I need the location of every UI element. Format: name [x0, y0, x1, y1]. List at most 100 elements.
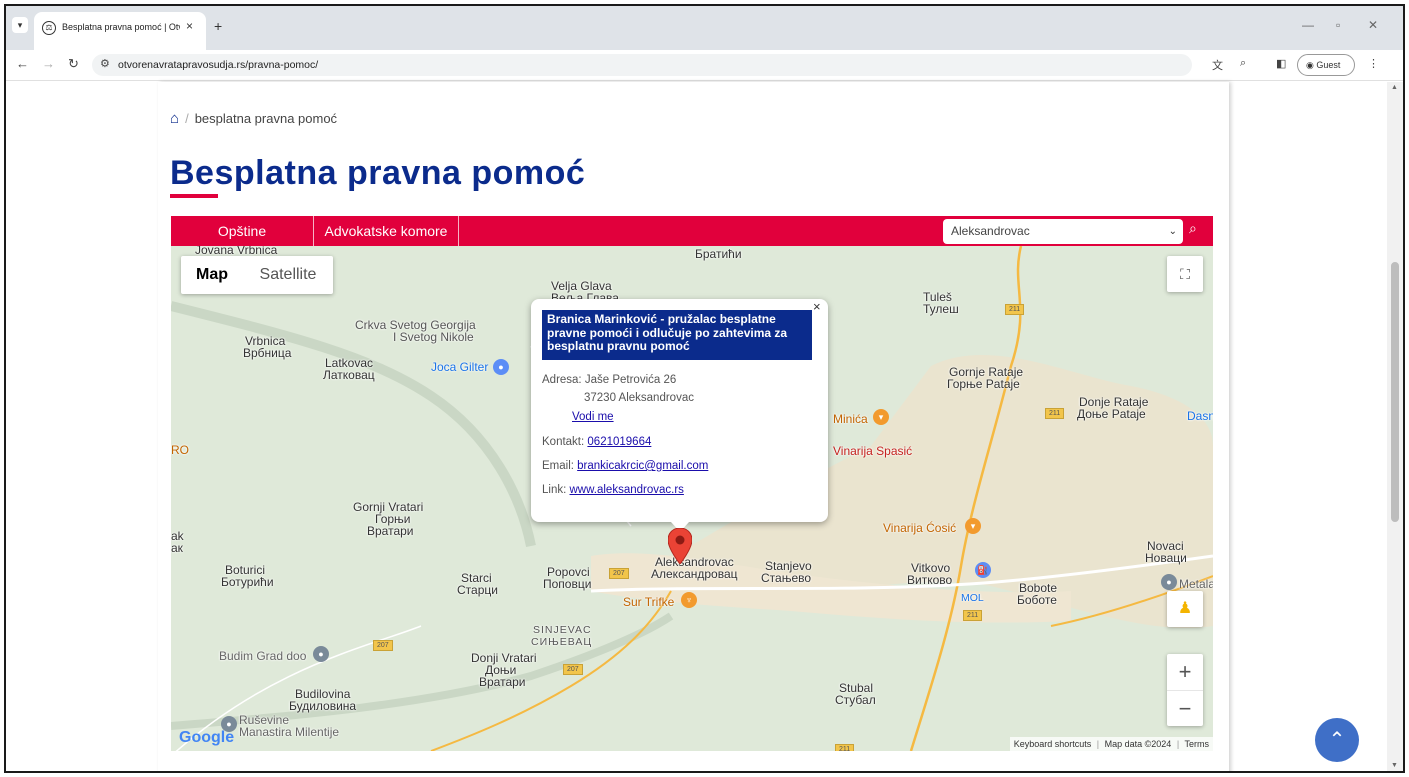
map-poi-label: Vinarija Spasić — [833, 444, 913, 458]
map-label: Поповци — [543, 577, 592, 591]
restaurant-icon[interactable]: ♆ — [681, 592, 697, 608]
map-poi-label: Budim Grad doo — [219, 649, 307, 663]
url-text: otvorenavratapravosudja.rs/pravna-pomoc/ — [118, 59, 319, 71]
close-window-icon[interactable]: ✕ — [1368, 18, 1378, 32]
map-poi-label: Minića — [833, 412, 868, 426]
place-icon[interactable]: ● — [313, 646, 329, 662]
map-label: Боботе — [1017, 593, 1057, 607]
tab-search-icon[interactable]: ▾ — [12, 17, 28, 33]
reload-icon[interactable]: ↻ — [68, 56, 79, 72]
road-shield: 211 — [835, 744, 855, 751]
new-tab-icon[interactable]: + — [214, 18, 222, 34]
zoom-out-icon[interactable]: − — [1167, 690, 1203, 726]
map-label: Вратари — [479, 675, 526, 689]
map-label: Латковац — [323, 368, 375, 382]
side-panel-icon[interactable]: ◧ — [1276, 57, 1286, 70]
tab-strip: ▾ ⚖ Besplatna pravna pomoć | Otvo × + — … — [6, 6, 1403, 50]
contact-phone-link[interactable]: 0621019664 — [587, 436, 651, 448]
tab-close-icon[interactable]: × — [186, 19, 193, 33]
browser-toolbar: ← → ↻ ⚙ otvorenavratapravosudja.rs/pravn… — [6, 50, 1403, 81]
map-label: Тулеш — [923, 302, 959, 316]
back-to-top-button[interactable]: ⌃ — [1315, 718, 1359, 762]
site-info-icon[interactable]: ⚙ — [100, 57, 110, 70]
map-label: Старци — [457, 583, 498, 597]
map-data-text: Map data ©2024 — [1104, 739, 1172, 749]
google-logo-text: Google — [179, 729, 235, 746]
directions-link[interactable]: Vodi me — [572, 411, 614, 423]
map-label: Новаци — [1145, 551, 1187, 565]
map-poi-label: Sur Trifke — [623, 595, 675, 609]
street-view-icon[interactable]: ♟ — [1167, 591, 1203, 627]
breadcrumb: ⌂ / besplatna pravna pomoć — [170, 110, 337, 127]
map-type-satellite-button[interactable]: Satellite — [243, 256, 333, 294]
map-label: aк — [171, 541, 183, 555]
tab-title: Besplatna pravna pomoć | Otvo — [62, 22, 180, 32]
page-title: Besplatna pravna pomoć — [170, 154, 586, 192]
map-label: RO — [171, 443, 189, 457]
guest-label: Guest — [1316, 60, 1341, 70]
map-type-control: Map Satellite — [181, 256, 333, 294]
fullscreen-icon[interactable]: ⛶ — [1167, 256, 1203, 292]
road-shield: 211 — [1005, 304, 1025, 315]
map[interactable]: Jovana Vrbnica Братићи Velja Glava Веља … — [171, 246, 1213, 751]
location-marker-icon[interactable] — [668, 528, 692, 564]
road-shield: 207 — [563, 664, 583, 675]
info-contact-row: Kontakt: 0621019664 — [542, 436, 651, 448]
minimize-icon[interactable]: — — [1302, 18, 1314, 32]
map-label: СИЊЕВАЦ — [531, 636, 593, 648]
zoom-in-icon[interactable]: + — [1167, 654, 1203, 690]
map-label: Доње Рataje — [1077, 407, 1146, 421]
map-label: Горње Рataje — [947, 377, 1020, 391]
restore-icon[interactable]: ▫ — [1336, 18, 1340, 32]
fuel-icon[interactable]: ⛽ — [975, 562, 991, 578]
map-poi-label: Joca Gilter — [431, 360, 489, 374]
address-line1: Jaše Petrovića 26 — [584, 374, 677, 386]
address-bar[interactable]: ⚙ otvorenavratapravosudja.rs/pravna-pomo… — [92, 54, 1192, 76]
terms-link[interactable]: Terms — [1185, 739, 1210, 749]
map-poi-label: Metala — [1179, 577, 1213, 591]
map-attribution: Keyboard shortcuts | Map data ©2024 | Te… — [1009, 737, 1213, 751]
favicon-icon: ⚖ — [42, 21, 56, 35]
website-link[interactable]: www.aleksandrovac.rs — [570, 484, 684, 496]
breadcrumb-separator: / — [185, 111, 189, 126]
map-label: Витково — [907, 573, 953, 587]
email-link[interactable]: brankicakrcic@gmail.com — [577, 460, 708, 472]
map-label: Dasn — [1187, 409, 1213, 423]
directions-link-text: Vodi me — [572, 411, 614, 423]
municipality-select[interactable]: Aleksandrovac ⌄ — [943, 219, 1183, 244]
scroll-down-icon[interactable]: ▼ — [1391, 762, 1398, 769]
tab-advokatske-komore[interactable]: Advokatske komore — [314, 216, 459, 246]
map-type-map-button[interactable]: Map — [181, 256, 243, 294]
back-icon[interactable]: ← — [16, 56, 29, 71]
road-shield: 211 — [1045, 408, 1065, 419]
map-info-window: Branica Marinković - pružalac besplatne … — [531, 299, 828, 532]
zoom-icon[interactable]: ⌕ — [1240, 57, 1246, 70]
shopping-icon[interactable]: ● — [493, 359, 509, 375]
translate-icon[interactable]: 文 — [1212, 57, 1223, 73]
menu-icon[interactable]: ⋮ — [1368, 57, 1379, 70]
forward-icon[interactable]: → — [42, 56, 55, 71]
title-underline — [170, 194, 218, 198]
info-window-close-icon[interactable]: × — [813, 299, 821, 314]
map-poi-label: Manastira Milentije — [239, 725, 340, 739]
road-shield: 207 — [373, 640, 393, 651]
place-icon[interactable]: ● — [1161, 574, 1177, 590]
browser-tab[interactable]: ⚖ Besplatna pravna pomoć | Otvo × — [34, 12, 206, 50]
map-label: I Svetog Nikole — [393, 330, 474, 344]
profile-button[interactable]: ◉ Guest — [1297, 54, 1355, 76]
info-window-heading: Branica Marinković - pružalac besplatne … — [542, 310, 812, 360]
winery-icon[interactable]: ▾ — [965, 518, 981, 534]
browser-window: ▾ ⚖ Besplatna pravna pomoć | Otvo × + — … — [4, 4, 1405, 773]
map-label: Будиловина — [289, 699, 357, 713]
tab-opstine[interactable]: Opštine — [171, 216, 314, 246]
chevron-up-icon: ⌃ — [1328, 729, 1346, 751]
google-logo: Google — [179, 729, 234, 747]
scroll-thumb[interactable] — [1391, 262, 1399, 522]
scroll-up-icon[interactable]: ▲ — [1391, 84, 1398, 91]
info-address-row: Adresa: Jaše Petrovića 26 — [542, 374, 676, 386]
winery-icon[interactable]: ▾ — [873, 409, 889, 425]
search-icon[interactable]: ⌕ — [1189, 220, 1209, 240]
page-scrollbar[interactable]: ▲ ▼ — [1387, 82, 1403, 771]
home-icon[interactable]: ⌂ — [170, 110, 179, 127]
keyboard-shortcuts-link[interactable]: Keyboard shortcuts — [1014, 739, 1092, 749]
